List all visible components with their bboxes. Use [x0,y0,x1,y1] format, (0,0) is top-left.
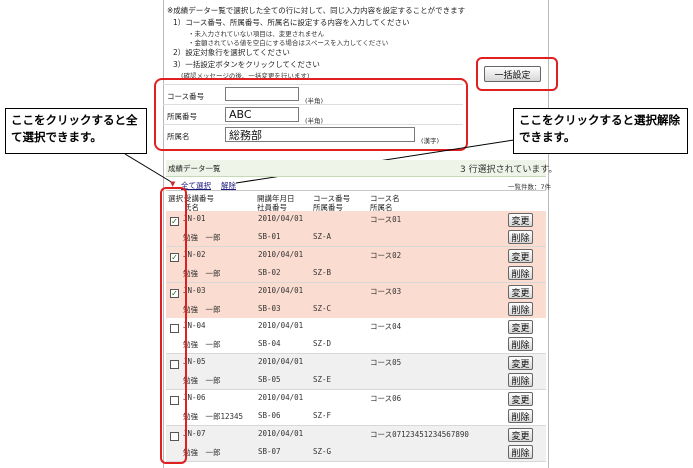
dept-name-hint: (漢字) [421,137,440,145]
course-name-cell: コース07123451234567890 [370,430,469,439]
instruction-note1b: ・金額されている値を空白にする場合はスペースを入力してください [188,39,389,47]
edit-button[interactable]: 変更 [508,320,533,334]
course-name-cell: コース06 [370,394,402,403]
dept-name-label: 所属名 [167,132,190,141]
student-name-cell: 勉強 一郎 [183,376,221,385]
instruction-step2: 2）設定対象行を選択してください [173,48,290,57]
employee-no-cell: SB-04 [258,339,281,348]
delete-button[interactable]: 削除 [508,409,533,423]
bulk-set-button[interactable]: 一括設定 [484,66,541,82]
employee-no-cell: SB-07 [258,447,281,456]
delete-button[interactable]: 削除 [508,230,533,244]
table-row [166,354,546,390]
course-number-input[interactable] [225,87,299,101]
table-row [166,426,546,462]
course-name-cell: コース01 [370,215,402,224]
dept-name-input[interactable]: 総務部 [225,127,415,142]
course-number-label: コース番号 [167,92,205,101]
course-name-cell: コース02 [370,251,402,260]
delete-button[interactable]: 削除 [508,266,533,280]
dept-no-cell: SZ-F [313,411,332,420]
table-row [166,211,546,247]
student-name-cell: 勉強 一郎 [183,269,221,278]
edit-button[interactable]: 変更 [508,428,533,442]
dept-no-cell: SZ-G [313,447,332,456]
selection-status: 3 行選択されています。 [460,165,558,175]
join-date-cell: 2010/04/01 [258,250,304,259]
edit-button[interactable]: 変更 [508,356,533,370]
join-date-cell: 2010/04/01 [258,357,304,366]
row-separator [166,461,546,462]
header-top-rule [166,190,546,191]
dept-number-label: 所属番号 [167,112,197,121]
instruction-step1: 1）コース番号、所属番号、所属名に設定する内容を入力してください [173,18,410,27]
callout-select-all: ここをクリックすると全て選択できます。 [5,108,147,154]
form-divider [163,84,463,85]
edit-button[interactable]: 変更 [508,213,533,227]
employee-no-cell: SB-01 [258,232,281,241]
instruction-intro: ※成績データー覧で選択した全ての行に対して、同じ入力内容を設定することができます [167,6,466,15]
edit-button[interactable]: 変更 [508,392,533,406]
dept-no-cell: SZ-B [313,268,332,277]
dept-no-cell: SZ-A [313,232,332,241]
employee-no-cell: SB-02 [258,268,281,277]
checkbox-column-highlight [160,187,187,464]
student-name-cell: 勉強 一郎 [183,305,221,314]
form-divider [163,124,463,125]
join-date-cell: 2010/04/01 [258,429,304,438]
table-row [166,283,546,319]
join-date-cell: 2010/04/01 [258,286,304,295]
course-name-cell: コース04 [370,322,402,331]
join-date-cell: 2010/04/01 [258,393,304,402]
edit-button[interactable]: 変更 [508,249,533,263]
delete-button[interactable]: 削除 [508,337,533,351]
course-name-cell: コース03 [370,287,402,296]
student-name-cell: 勉強 一郎 [183,340,221,349]
delete-button[interactable]: 削除 [508,445,533,459]
join-date-cell: 2010/04/01 [258,321,304,330]
instruction-step3: 3）一括設定ボタンをクリックしてください [173,60,320,69]
form-divider [163,104,463,105]
dept-no-cell: SZ-D [313,339,332,348]
dept-number-input[interactable]: ABC [225,107,299,122]
list-title: 成績データ一覧 [168,164,221,173]
dept-no-cell: SZ-C [313,304,332,313]
employee-no-cell: SB-03 [258,304,281,313]
dept-no-cell: SZ-E [313,375,332,384]
employee-no-cell: SB-05 [258,375,281,384]
employee-no-cell: SB-06 [258,411,281,420]
delete-button[interactable]: 削除 [508,302,533,316]
delete-button[interactable]: 削除 [508,373,533,387]
join-date-cell: 2010/04/01 [258,214,304,223]
course-name-cell: コース05 [370,358,402,367]
student-name-cell: 勉強 一郎12345 [183,412,244,421]
edit-button[interactable]: 変更 [508,285,533,299]
callout-deselect: ここをクリックすると選択解除できます。 [513,108,688,154]
student-name-cell: 勉強 一郎 [183,448,221,457]
table-row [166,247,546,283]
table-row [166,318,546,354]
student-name-cell: 勉強 一郎 [183,233,221,242]
